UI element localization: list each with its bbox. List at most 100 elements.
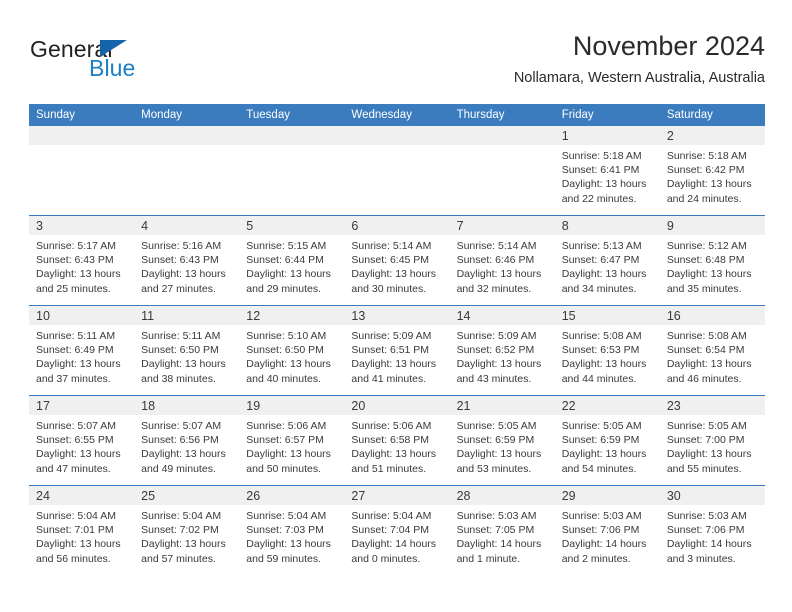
daylight-duration-line1: Daylight: 13 hours — [666, 268, 752, 281]
daylight-duration-line2: and 38 minutes. — [141, 372, 216, 385]
calendar-day-cell[interactable]: 20 Sunrise: 5:06 AM Sunset: 6:58 PM Dayligh… — [344, 395, 450, 486]
day-number: 14 — [456, 309, 471, 323]
calendar-day-cell[interactable]: 21 Sunrise: 5:05 AM Sunset: 6:59 PM Dayligh… — [449, 395, 555, 486]
sunset-time: Sunset: 7:02 PM — [141, 524, 219, 537]
calendar-day-cell[interactable]: 15 Sunrise: 5:08 AM Sunset: 6:53 PM Dayligh… — [554, 305, 660, 396]
calendar-day-cell[interactable]: 7 Sunrise: 5:14 AM Sunset: 6:46 PM Daylight… — [449, 215, 555, 306]
day-number-strip: 4 — [134, 216, 240, 235]
calendar-day-cell[interactable]: 11 Sunrise: 5:11 AM Sunset: 6:50 PM Dayligh… — [134, 305, 240, 396]
calendar-table: Sunday Monday Tuesday Wednesday Thursday… — [29, 104, 765, 575]
sunrise-time: Sunrise: 5:12 AM — [666, 240, 747, 252]
calendar-day-cell[interactable]: 10 Sunrise: 5:11 AM Sunset: 6:49 PM Dayligh… — [29, 305, 135, 396]
daylight-duration-line1: Daylight: 14 hours — [351, 538, 437, 551]
day-number-strip: 29 — [554, 486, 660, 505]
weekday-header-monday: Monday — [134, 104, 240, 126]
calendar-day-cell[interactable]: 8 Sunrise: 5:13 AM Sunset: 6:47 PM Daylight… — [554, 215, 660, 306]
sunset-time: Sunset: 6:47 PM — [561, 254, 640, 267]
day-cell-body: Sunrise: 5:08 AM Sunset: 6:54 PM Daylight:… — [660, 325, 765, 386]
calendar-week-row: 17 Sunrise: 5:07 AM Sunset: 6:55 PM Dayligh… — [29, 395, 765, 486]
daylight-duration-line2: and 30 minutes. — [351, 282, 427, 295]
calendar-day-cell[interactable]: 1 Sunrise: 5:18 AM Sunset: 6:41 PM Daylight… — [554, 126, 660, 216]
day-cell-body: Sunrise: 5:03 AM Sunset: 7:05 PM Daylight:… — [450, 505, 555, 566]
calendar-day-cell[interactable]: 23 Sunrise: 5:05 AM Sunset: 7:00 PM Dayligh… — [659, 395, 765, 486]
day-number: 4 — [141, 219, 149, 233]
day-number-strip: 1 — [554, 126, 660, 145]
calendar-day-cell[interactable]: 9 Sunrise: 5:12 AM Sunset: 6:48 PM Daylight… — [659, 215, 765, 306]
sunset-time: Sunset: 6:59 PM — [456, 434, 535, 447]
day-number-strip — [29, 126, 135, 145]
daylight-duration-line2: and 32 minutes. — [456, 282, 532, 295]
sunrise-time: Sunrise: 5:03 AM — [456, 510, 537, 522]
day-number-strip: 20 — [344, 396, 450, 415]
sunrise-time: Sunrise: 5:10 AM — [246, 330, 327, 342]
daylight-duration-line2: and 35 minutes. — [666, 282, 742, 295]
daylight-duration-line1: Daylight: 14 hours — [561, 538, 647, 551]
calendar-day-cell[interactable]: 2 Sunrise: 5:18 AM Sunset: 6:42 PM Daylight… — [659, 126, 765, 216]
calendar-day-cell[interactable]: 30 Sunrise: 5:03 AM Sunset: 7:06 PM Dayligh… — [659, 485, 765, 575]
day-number-strip — [344, 126, 450, 145]
day-number-strip — [449, 126, 555, 145]
calendar-day-cell[interactable]: 6 Sunrise: 5:14 AM Sunset: 6:45 PM Daylight… — [344, 215, 450, 306]
sunset-time: Sunset: 6:51 PM — [351, 344, 430, 357]
brand-logo[interactable]: General Blue — [30, 36, 230, 84]
daylight-duration-line1: Daylight: 13 hours — [561, 178, 647, 191]
day-number: 26 — [246, 489, 261, 503]
calendar-day-cell[interactable]: 5 Sunrise: 5:15 AM Sunset: 6:44 PM Daylight… — [239, 215, 345, 306]
weekday-header-wednesday: Wednesday — [344, 104, 450, 126]
day-cell-body: Sunrise: 5:03 AM Sunset: 7:06 PM Daylight:… — [555, 505, 660, 566]
day-cell-body: Sunrise: 5:10 AM Sunset: 6:50 PM Daylight:… — [239, 325, 344, 386]
sunrise-time: Sunrise: 5:09 AM — [351, 330, 432, 342]
calendar-day-cell-empty — [29, 126, 135, 216]
sunset-time: Sunset: 7:00 PM — [666, 434, 745, 447]
calendar-week-row: 24 Sunrise: 5:04 AM Sunset: 7:01 PM Dayligh… — [29, 485, 765, 575]
daylight-duration-line2: and 55 minutes. — [666, 462, 742, 475]
calendar-day-cell[interactable]: 17 Sunrise: 5:07 AM Sunset: 6:55 PM Dayligh… — [29, 395, 135, 486]
daylight-duration-line1: Daylight: 13 hours — [246, 538, 331, 551]
calendar-body: 1 Sunrise: 5:18 AM Sunset: 6:41 PM Daylight… — [29, 126, 765, 575]
calendar-day-cell[interactable]: 22 Sunrise: 5:05 AM Sunset: 6:59 PM Dayligh… — [554, 395, 660, 486]
calendar-day-cell[interactable]: 25 Sunrise: 5:04 AM Sunset: 7:02 PM Dayligh… — [134, 485, 240, 575]
calendar-day-cell[interactable]: 27 Sunrise: 5:04 AM Sunset: 7:04 PM Dayligh… — [344, 485, 450, 575]
daylight-duration-line2: and 2 minutes. — [561, 552, 631, 565]
sunrise-time: Sunrise: 5:03 AM — [561, 510, 642, 522]
daylight-duration-line1: Daylight: 13 hours — [666, 178, 752, 191]
day-cell-body: Sunrise: 5:05 AM Sunset: 6:59 PM Daylight:… — [450, 415, 555, 476]
daylight-duration-line2: and 37 minutes. — [36, 372, 111, 385]
calendar-day-cell[interactable]: 12 Sunrise: 5:10 AM Sunset: 6:50 PM Dayligh… — [239, 305, 345, 396]
day-number: 15 — [561, 309, 576, 323]
day-cell-body: Sunrise: 5:04 AM Sunset: 7:04 PM Daylight:… — [344, 505, 449, 566]
day-number-strip: 14 — [449, 306, 555, 325]
day-cell-body: Sunrise: 5:13 AM Sunset: 6:47 PM Daylight:… — [555, 235, 660, 296]
daylight-duration-line1: Daylight: 14 hours — [666, 538, 752, 551]
day-cell-body: Sunrise: 5:11 AM Sunset: 6:49 PM Daylight:… — [29, 325, 134, 386]
day-cell-body: Sunrise: 5:18 AM Sunset: 6:41 PM Daylight:… — [555, 145, 660, 206]
calendar-day-cell[interactable]: 29 Sunrise: 5:03 AM Sunset: 7:06 PM Dayligh… — [554, 485, 660, 575]
day-number: 8 — [561, 219, 569, 233]
calendar-day-cell[interactable]: 26 Sunrise: 5:04 AM Sunset: 7:03 PM Dayligh… — [239, 485, 345, 575]
day-cell-body: Sunrise: 5:06 AM Sunset: 6:57 PM Daylight:… — [239, 415, 344, 476]
calendar-day-cell[interactable]: 14 Sunrise: 5:09 AM Sunset: 6:52 PM Dayligh… — [449, 305, 555, 396]
calendar-day-cell[interactable]: 19 Sunrise: 5:06 AM Sunset: 6:57 PM Dayligh… — [239, 395, 345, 486]
day-number-strip: 19 — [239, 396, 345, 415]
sunset-time: Sunset: 7:01 PM — [36, 524, 114, 537]
calendar-day-cell[interactable]: 4 Sunrise: 5:16 AM Sunset: 6:43 PM Daylight… — [134, 215, 240, 306]
day-number-strip: 12 — [239, 306, 345, 325]
daylight-duration-line2: and 29 minutes. — [246, 282, 321, 295]
sunset-time: Sunset: 6:49 PM — [36, 344, 114, 357]
daylight-duration-line2: and 40 minutes. — [246, 372, 321, 385]
calendar-day-cell[interactable]: 24 Sunrise: 5:04 AM Sunset: 7:01 PM Dayligh… — [29, 485, 135, 575]
daylight-duration-line2: and 41 minutes. — [351, 372, 427, 385]
calendar-day-cell[interactable]: 28 Sunrise: 5:03 AM Sunset: 7:05 PM Dayligh… — [449, 485, 555, 575]
daylight-duration-line2: and 51 minutes. — [351, 462, 427, 475]
calendar-day-cell[interactable]: 3 Sunrise: 5:17 AM Sunset: 6:43 PM Daylight… — [29, 215, 135, 306]
day-number-strip: 21 — [449, 396, 555, 415]
day-number-strip: 11 — [134, 306, 240, 325]
daylight-duration-line2: and 54 minutes. — [561, 462, 637, 475]
daylight-duration-line2: and 43 minutes. — [456, 372, 532, 385]
sunset-time: Sunset: 6:46 PM — [456, 254, 535, 267]
calendar-day-cell[interactable]: 16 Sunrise: 5:08 AM Sunset: 6:54 PM Dayligh… — [659, 305, 765, 396]
sunrise-time: Sunrise: 5:04 AM — [246, 510, 327, 522]
calendar-day-cell[interactable]: 13 Sunrise: 5:09 AM Sunset: 6:51 PM Dayligh… — [344, 305, 450, 396]
calendar-day-cell[interactable]: 18 Sunrise: 5:07 AM Sunset: 6:56 PM Dayligh… — [134, 395, 240, 486]
daylight-duration-line1: Daylight: 13 hours — [36, 268, 121, 281]
